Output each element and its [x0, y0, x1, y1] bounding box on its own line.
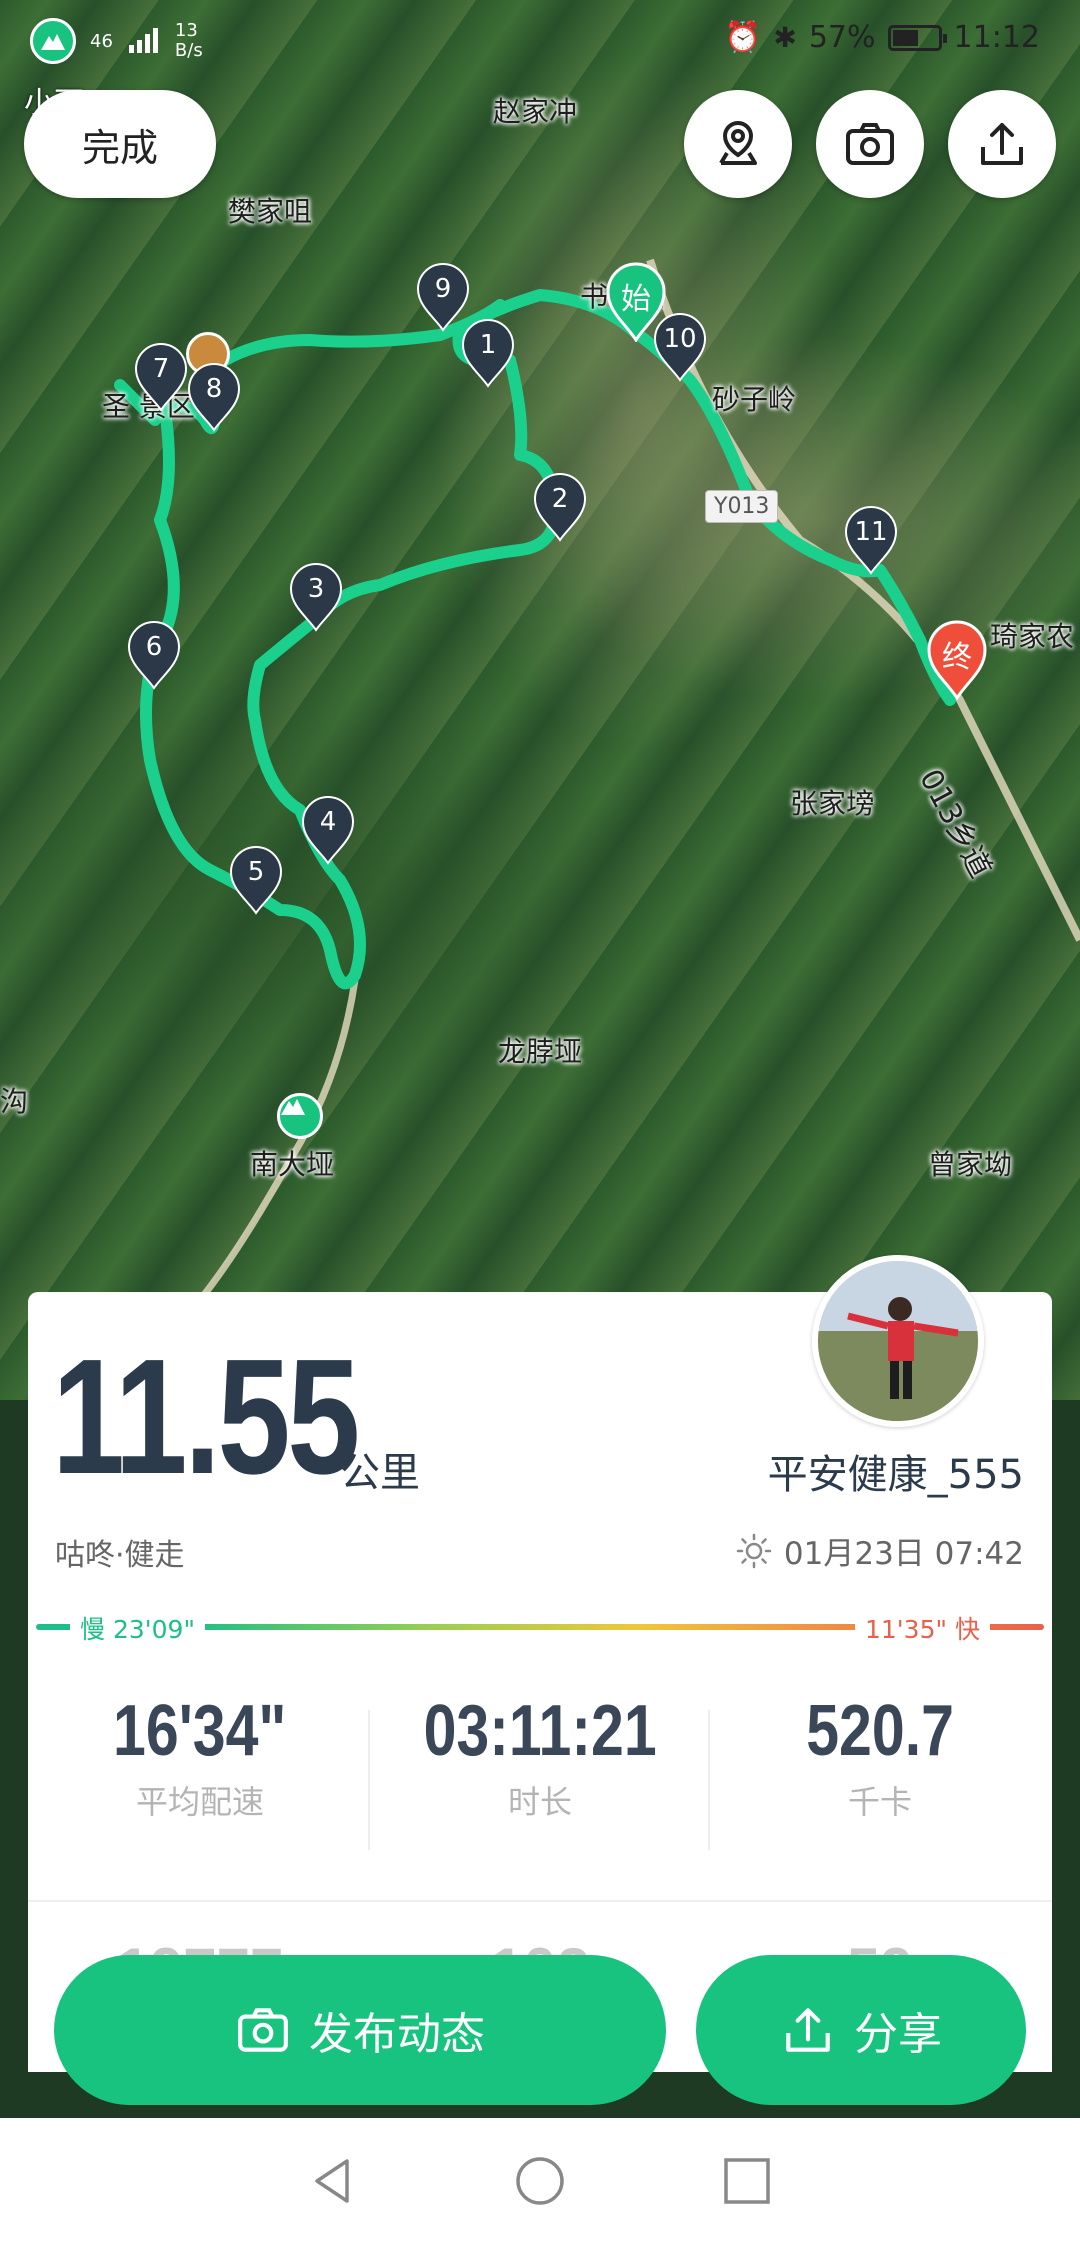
distance-unit: 公里 [340, 1450, 420, 1496]
battery-icon [887, 24, 947, 51]
km-marker-label: 1 [479, 330, 497, 360]
km-marker-label: 6 [145, 632, 163, 662]
place-label: 南大垭 [250, 1148, 335, 1181]
date-time-text: 01月23日 07:42 [783, 1536, 1024, 1572]
network-type: 46 [90, 30, 113, 52]
activity-type: 咕咚·健走 [55, 1538, 185, 1573]
done-button[interactable]: 完成 [24, 90, 216, 198]
avatar[interactable] [812, 1255, 984, 1427]
stat-label: 平均配速 [135, 1783, 264, 1821]
post-update-button[interactable]: 发布动态 [54, 1955, 666, 2105]
start-pin-label: 始 [621, 282, 651, 317]
km-marker-5[interactable]: 5 [228, 845, 284, 915]
km-marker-9[interactable]: 9 [415, 262, 471, 332]
camera-icon [238, 2008, 288, 2052]
bluetooth-icon: ✱ [773, 21, 797, 54]
upload-icon [981, 123, 1023, 165]
place-label: 沟 [0, 1085, 29, 1118]
system-nav-bar [0, 2118, 1080, 2244]
card-divider [28, 1900, 1052, 1902]
km-marker-label: 11 [854, 517, 888, 547]
home-icon[interactable] [514, 2155, 566, 2207]
stat-label: 千卡 [847, 1783, 912, 1821]
net-speed: 13 B/s [174, 20, 203, 61]
pace-slow-label: 慢 23'09" [70, 1610, 205, 1646]
road-number-tag: Y013 [705, 490, 779, 523]
km-marker-4[interactable]: 4 [300, 795, 356, 865]
back-icon[interactable] [307, 2155, 359, 2207]
place-label: 张家塝 [790, 787, 875, 820]
km-marker-8[interactable]: 8 [186, 362, 242, 432]
mountain-poi-icon[interactable] [277, 1093, 323, 1139]
status-bar: 46 13 B/s ⏰ ✱ 57% 11:12 [0, 0, 1080, 80]
share-button[interactable]: 分享 [696, 1955, 1026, 2105]
km-marker-6[interactable]: 6 [126, 620, 182, 690]
stat-value: 16'34" [113, 1691, 287, 1771]
km-marker-3[interactable]: 3 [288, 562, 344, 632]
km-marker-label: 2 [551, 484, 569, 514]
place-label: 赵家冲 [493, 95, 578, 128]
place-label: 砂子岭 [712, 383, 797, 416]
pace-fast-label: 11'35" 快 [855, 1610, 990, 1646]
app-notification-icon [30, 18, 76, 64]
stat-duration: 03:11:21 时长 [370, 1695, 710, 1823]
stat-value: 520.7 [806, 1691, 954, 1771]
battery-percent: 57% [808, 20, 876, 55]
place-label: 琦家农 [990, 620, 1075, 653]
stat-value: 03:11:21 [423, 1691, 657, 1771]
km-marker-label: 4 [319, 807, 337, 837]
location-pin-icon [719, 120, 757, 165]
km-marker-label: 5 [247, 857, 265, 887]
stat-calories: 520.7 千卡 [710, 1695, 1050, 1823]
username[interactable]: 平安健康_555 [768, 1442, 1024, 1500]
clock: 11:12 [953, 20, 1040, 55]
sun-icon [736, 1533, 772, 1568]
km-marker-11[interactable]: 11 [843, 505, 899, 575]
place-label: 樊家咀 [228, 195, 313, 228]
share-label: 分享 [854, 2009, 942, 2060]
km-marker-7[interactable]: 7 [133, 342, 189, 412]
km-marker-label: 7 [152, 354, 170, 384]
avatar-photo [818, 1261, 978, 1421]
signal-icon [128, 28, 158, 53]
route-map-overlay [114, 258, 1080, 1303]
date-time: 01月23日 07:42 [736, 1528, 1024, 1573]
place-label: 龙脖垭 [498, 1035, 583, 1068]
km-marker-label: 3 [307, 574, 325, 604]
km-marker-2[interactable]: 2 [532, 472, 588, 542]
camera-icon [846, 123, 894, 165]
post-update-label: 发布动态 [309, 2009, 485, 2060]
export-button[interactable] [948, 90, 1056, 198]
alarm-icon: ⏰ [724, 20, 762, 55]
place-label: 曾家坳 [928, 1148, 1013, 1181]
distance-value: 11.55 [52, 1325, 360, 1508]
km-marker-label: 9 [434, 274, 452, 304]
stat-avg-pace: 16'34" 平均配速 [30, 1695, 370, 1823]
share-icon [786, 2008, 830, 2052]
recents-icon[interactable] [721, 2155, 773, 2207]
km-marker-label: 8 [205, 374, 223, 404]
stat-label: 时长 [507, 1783, 572, 1821]
location-button[interactable] [684, 90, 792, 198]
camera-button[interactable] [816, 90, 924, 198]
route-map[interactable]: 赵家冲 樊家咀 书山庄 砂子岭 圣 景区 张家塝 龙脖垭 南大垭 曾家坳 琦家农… [0, 0, 1080, 1400]
end-pin-label: 终 [942, 640, 972, 675]
